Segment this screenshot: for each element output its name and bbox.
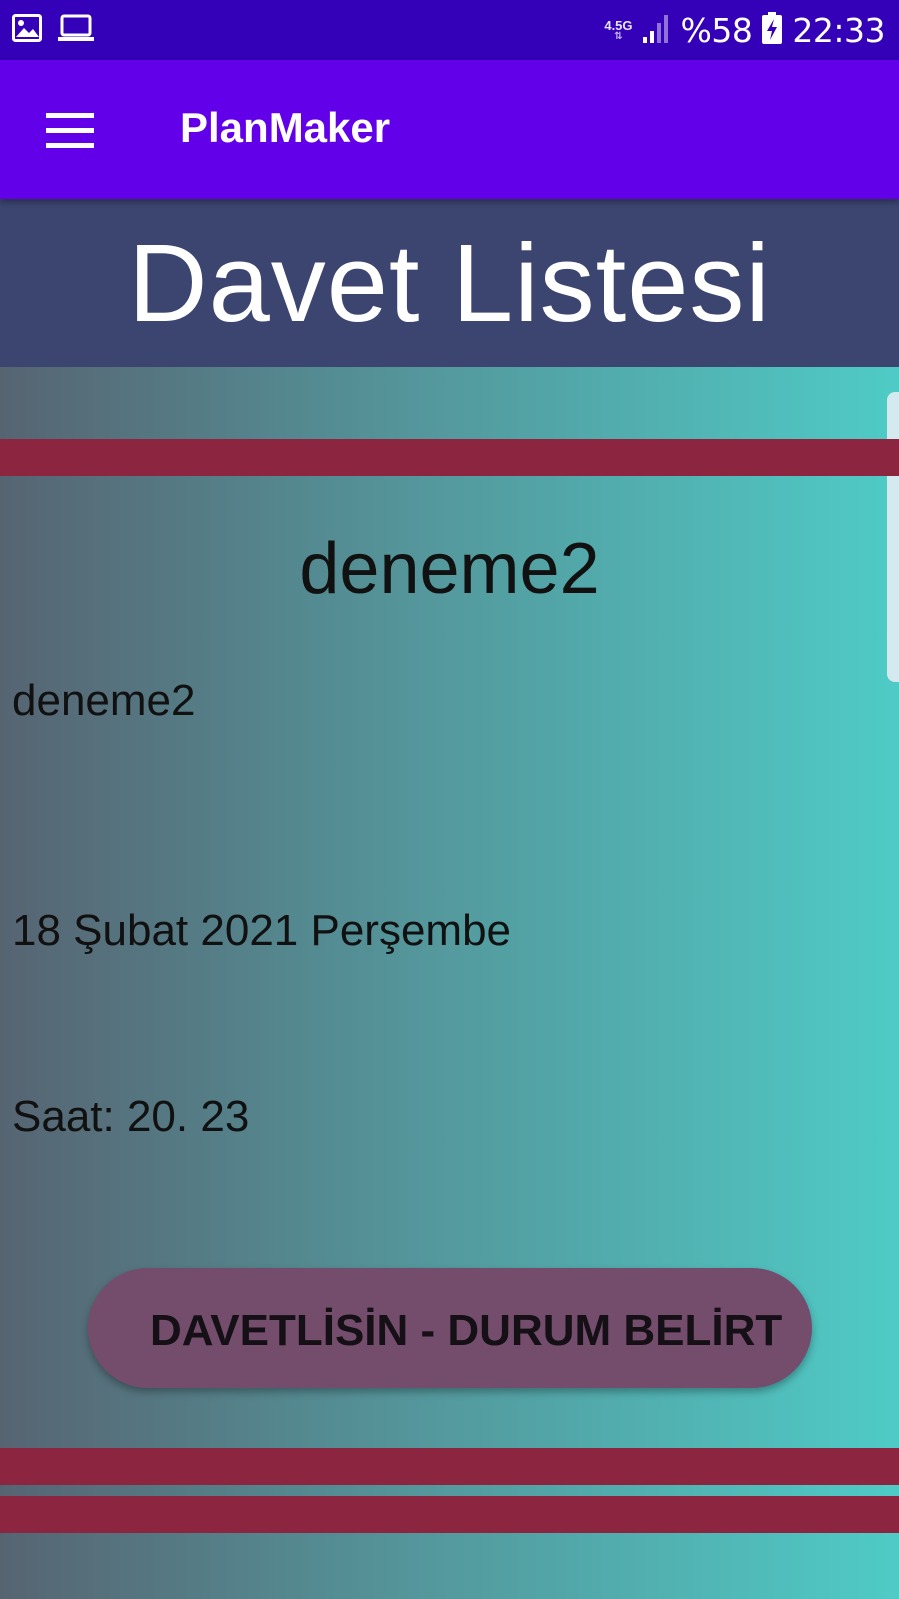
network-indicator: 4.5G ⇅ — [604, 19, 632, 42]
clock: 22:33 — [792, 10, 885, 50]
status-right: 4.5G ⇅ %58 22:33 — [604, 8, 885, 52]
hamburger-menu-icon[interactable] — [36, 102, 104, 158]
app-bar: PlanMaker — [0, 60, 899, 199]
network-arrows-icon: ⇅ — [614, 30, 623, 42]
invite-title: deneme2 — [299, 529, 600, 609]
page-header: Davet Listesi — [0, 199, 899, 367]
set-status-button-label: DAVETLİSİN - DURUM BELİRT — [150, 1306, 783, 1355]
invite-date: 18 Şubat 2021 Perşembe — [12, 906, 512, 955]
page-title: Davet Listesi — [128, 221, 771, 345]
next-card-divider — [0, 1496, 899, 1533]
card-divider-bottom — [0, 1448, 899, 1485]
invite-time: Saat: 20. 23 — [12, 1092, 250, 1141]
laptop-icon — [58, 14, 94, 47]
status-bar: 4.5G ⇅ %58 22:33 — [0, 0, 899, 60]
network-type: 4.5G — [604, 17, 633, 33]
battery-charging-icon — [762, 11, 783, 49]
card-divider-top — [0, 439, 899, 476]
app-title: PlanMaker — [180, 104, 391, 151]
battery-percent: %58 — [680, 10, 753, 50]
notification-icons — [12, 14, 94, 47]
signal-icon — [642, 13, 671, 48]
set-status-button[interactable]: DAVETLİSİN - DURUM BELİRT — [88, 1268, 812, 1388]
app-screen: 4.5G ⇅ %58 22:33 PlanMaker Davet Listesi… — [0, 0, 899, 1599]
invite-description: deneme2 — [12, 676, 196, 725]
image-icon — [12, 14, 42, 47]
